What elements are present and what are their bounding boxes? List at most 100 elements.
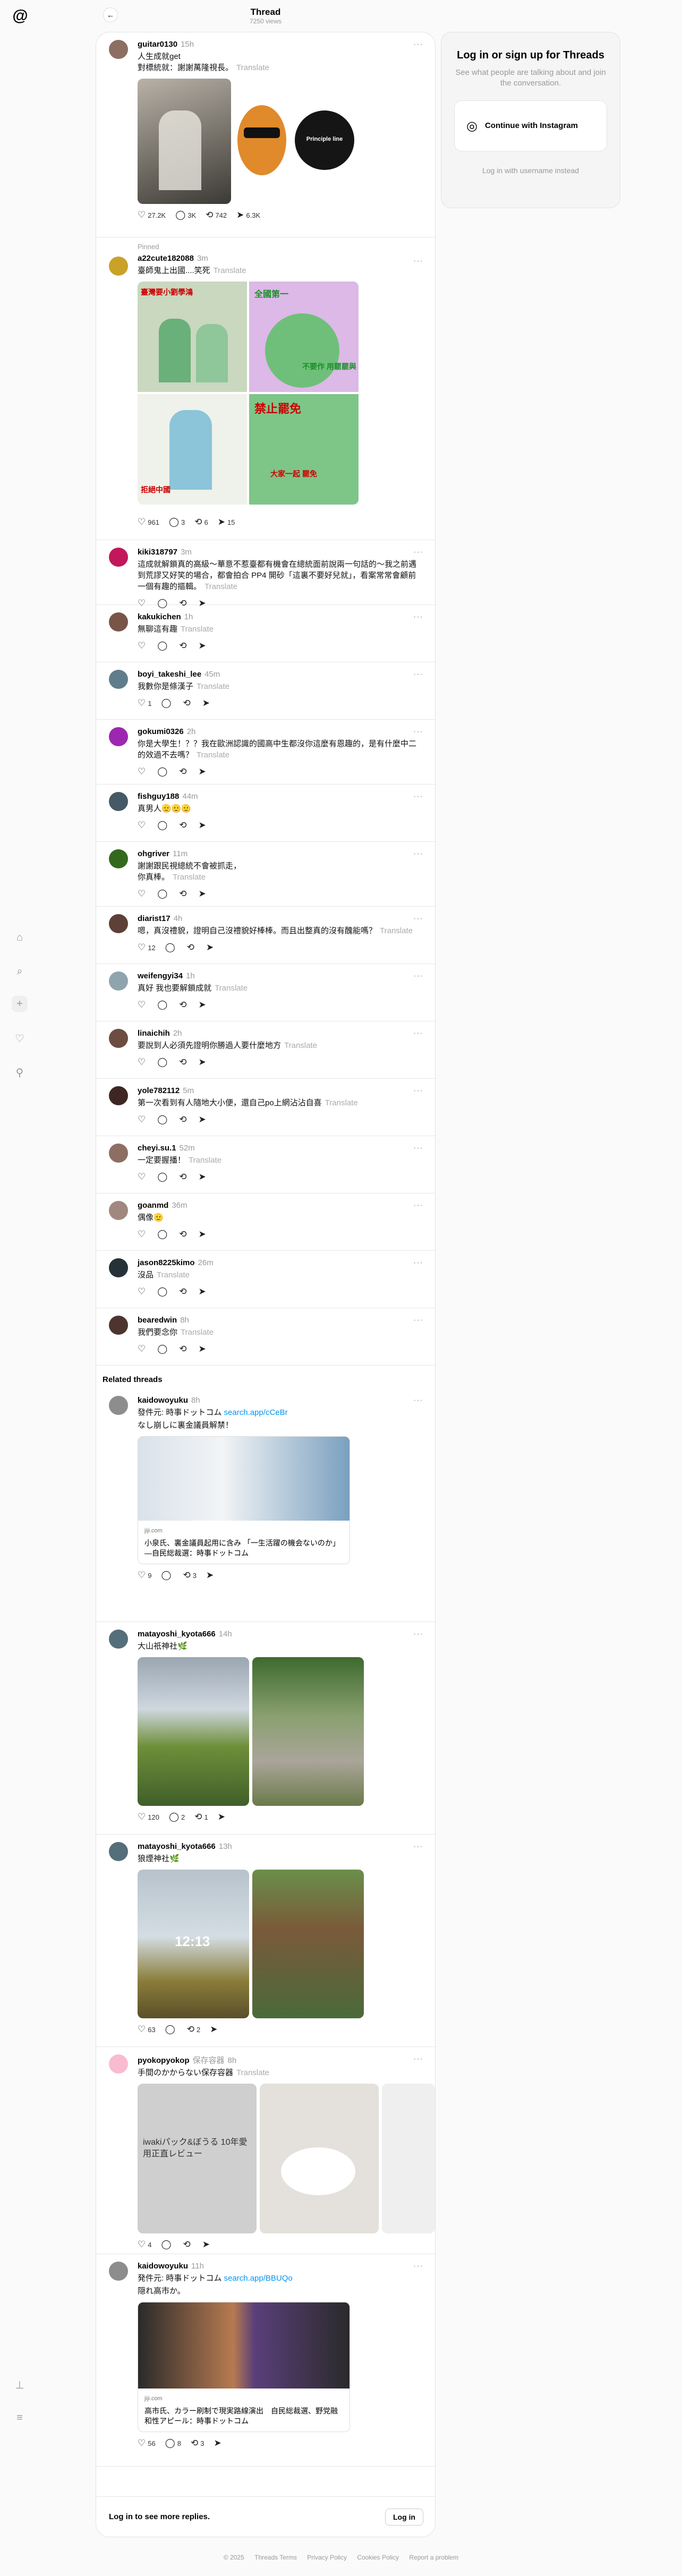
like-button[interactable]: ♡ 1 xyxy=(138,698,151,709)
avatar[interactable] xyxy=(109,670,128,689)
photo[interactable] xyxy=(138,79,231,204)
threads-logo-icon[interactable]: @ xyxy=(11,6,30,25)
share-button[interactable]: ➤ xyxy=(199,766,208,777)
repost-button[interactable]: ⟲ 3 xyxy=(183,1570,197,1581)
comment-button[interactable]: ◯ xyxy=(157,1286,169,1297)
username[interactable]: diarist17 xyxy=(138,914,170,923)
like-button[interactable]: ♡ 27.2K xyxy=(138,210,166,220)
more-icon[interactable]: ··· xyxy=(413,1029,423,1038)
share-button[interactable]: ➤ xyxy=(199,1057,208,1068)
translate-link[interactable]: Translate xyxy=(197,750,229,760)
footer-report-link[interactable]: Report a problem xyxy=(409,2554,458,2561)
share-button[interactable]: ➤ xyxy=(199,1172,208,1182)
avatar[interactable] xyxy=(109,612,128,632)
like-button[interactable]: ♡ xyxy=(138,1057,148,1068)
repost-button[interactable]: ⟲ xyxy=(187,942,197,953)
username[interactable]: yole782112 xyxy=(138,1086,180,1095)
repost-button[interactable]: ⟲ 2 xyxy=(187,2024,200,2035)
username[interactable]: kakukichen xyxy=(138,612,181,621)
like-button[interactable]: ♡ xyxy=(138,1286,148,1297)
repost-button[interactable]: ⟲ xyxy=(179,1114,189,1125)
comment-button[interactable]: ◯ xyxy=(157,889,169,899)
repost-button[interactable]: ⟲ xyxy=(183,698,193,709)
share-button[interactable]: ➤ xyxy=(202,698,212,709)
avatar[interactable] xyxy=(109,727,128,746)
repost-button[interactable]: ⟲ xyxy=(179,1000,189,1010)
avatar[interactable] xyxy=(109,257,128,276)
username[interactable]: pyokopyokop xyxy=(138,2056,190,2065)
like-button[interactable]: ♡ 63 xyxy=(138,2024,156,2035)
username[interactable]: kaidowoyuku xyxy=(138,1396,188,1405)
review-image[interactable] xyxy=(382,2084,435,2233)
create-icon[interactable]: + xyxy=(12,996,28,1012)
avatar[interactable] xyxy=(109,1258,128,1277)
avatar[interactable] xyxy=(109,1396,128,1415)
like-button[interactable]: ♡ xyxy=(138,1344,148,1354)
continue-instagram-button[interactable]: ◎ Continue with Instagram xyxy=(454,100,607,151)
more-icon[interactable]: ··· xyxy=(413,914,423,924)
more-icon[interactable]: ··· xyxy=(413,1396,423,1405)
translate-link[interactable]: Translate xyxy=(215,984,248,993)
comment-button[interactable]: ◯ xyxy=(157,1344,169,1354)
share-button[interactable]: ➤ xyxy=(206,1570,216,1581)
footer-privacy-link[interactable]: Privacy Policy xyxy=(307,2554,347,2561)
share-button[interactable]: ➤ xyxy=(199,1229,208,1240)
comment-button[interactable]: ◯ 3 xyxy=(169,517,185,527)
more-icon[interactable]: ··· xyxy=(413,1144,423,1153)
share-button[interactable]: ➤ xyxy=(199,889,208,899)
like-button[interactable]: ♡ 12 xyxy=(138,942,156,953)
footer-terms-link[interactable]: Threads Terms xyxy=(254,2554,297,2561)
more-icon[interactable]: ··· xyxy=(413,1316,423,1325)
more-icon[interactable]: ··· xyxy=(413,612,423,622)
username[interactable]: linaichih xyxy=(138,1029,170,1038)
home-icon[interactable]: ⌂ xyxy=(12,929,28,945)
more-icon[interactable]: ··· xyxy=(413,2262,423,2271)
more-icon[interactable]: ··· xyxy=(413,971,423,981)
repost-button[interactable]: ⟲ xyxy=(183,2239,193,2250)
more-icon[interactable]: ··· xyxy=(413,1842,423,1852)
username[interactable]: cheyi.su.1 xyxy=(138,1144,176,1153)
repost-button[interactable]: ⟲ xyxy=(179,1286,189,1297)
more-icon[interactable]: ··· xyxy=(413,849,423,859)
comment-button[interactable]: ◯ 3K xyxy=(175,210,196,220)
share-button[interactable]: ➤ xyxy=(199,1286,208,1297)
like-button[interactable]: ♡ 56 xyxy=(138,2438,156,2449)
repost-button[interactable]: ⟲ 742 xyxy=(206,210,227,220)
translate-link[interactable]: Translate xyxy=(380,926,413,935)
comment-button[interactable]: ◯ 2 xyxy=(169,1812,185,1822)
avatar[interactable] xyxy=(109,914,128,933)
post-link[interactable]: search.app/BBUQo xyxy=(224,2274,293,2283)
translate-link[interactable]: Translate xyxy=(173,873,206,882)
repost-button[interactable]: ⟲ xyxy=(179,641,189,651)
more-icon[interactable]: ··· xyxy=(413,1086,423,1096)
like-button[interactable]: ♡ 9 xyxy=(138,1570,151,1581)
translate-link[interactable]: Translate xyxy=(181,625,214,634)
more-icon[interactable]: ··· xyxy=(413,1630,423,1639)
comment-button[interactable]: ◯ xyxy=(157,1000,169,1010)
like-button[interactable]: ♡ 4 xyxy=(138,2239,151,2250)
share-button[interactable]: ➤ xyxy=(218,1812,227,1822)
comment-button[interactable]: ◯ xyxy=(165,2024,177,2035)
like-button[interactable]: ♡ xyxy=(138,820,148,831)
more-icon[interactable]: ··· xyxy=(413,670,423,679)
like-button[interactable]: ♡ 961 xyxy=(138,517,159,527)
share-button[interactable]: ➤ xyxy=(199,641,208,651)
avatar[interactable] xyxy=(109,1201,128,1220)
avatar[interactable] xyxy=(109,849,128,868)
share-button[interactable]: ➤ xyxy=(199,1000,208,1010)
share-button[interactable]: ➤ xyxy=(199,1114,208,1125)
more-icon[interactable]: ··· xyxy=(413,257,423,266)
like-button[interactable]: ♡ xyxy=(138,1000,148,1010)
translate-link[interactable]: Translate xyxy=(236,2068,269,2077)
like-button[interactable]: ♡ xyxy=(138,889,148,899)
share-button[interactable]: ➤ xyxy=(210,2024,219,2035)
more-icon[interactable]: ··· xyxy=(413,1201,423,1210)
footer-cookies-link[interactable]: Cookies Policy xyxy=(357,2554,399,2561)
pin-icon[interactable]: ⊥ xyxy=(12,2377,28,2393)
repost-button[interactable]: ⟲ xyxy=(179,1229,189,1240)
avatar[interactable] xyxy=(109,548,128,567)
comic-panel-1[interactable]: 臺灣要小劉學鴻 xyxy=(138,282,247,392)
like-button[interactable]: ♡ xyxy=(138,766,148,777)
translate-link[interactable]: Translate xyxy=(197,682,229,691)
more-icon[interactable]: ··· xyxy=(413,792,423,801)
